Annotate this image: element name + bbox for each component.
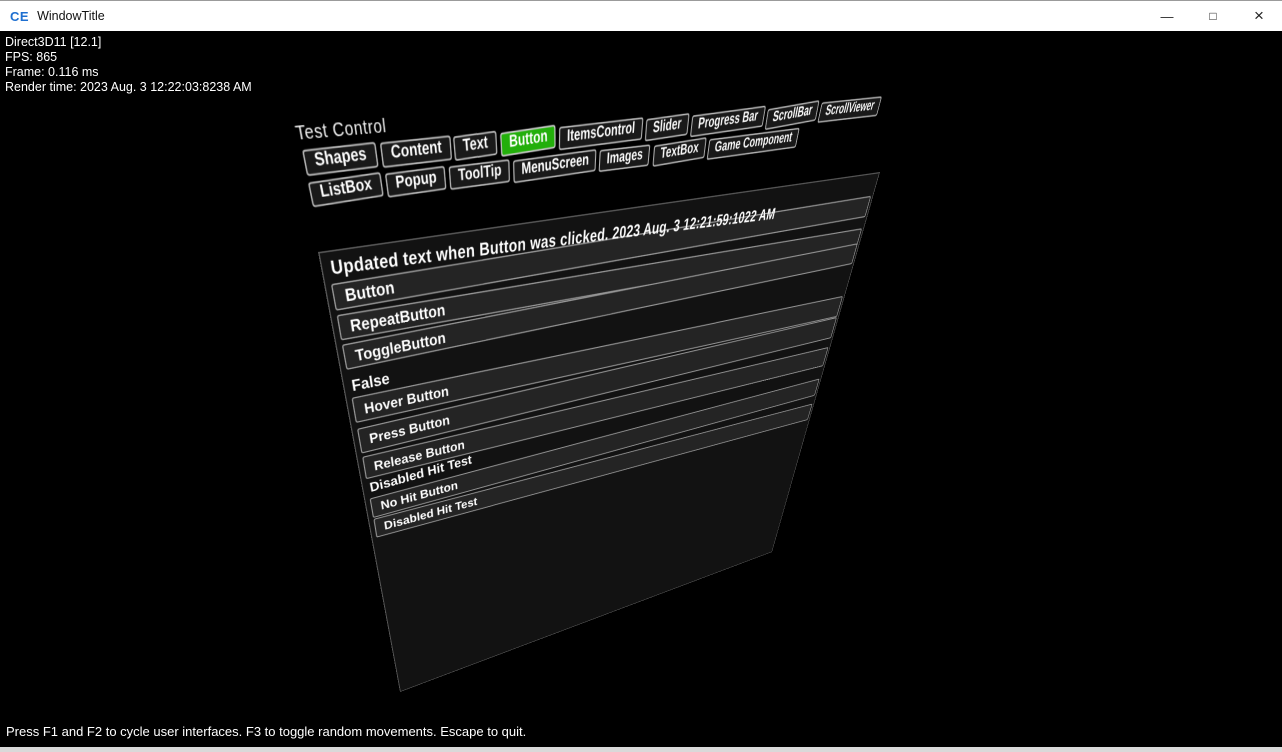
window-title: WindowTitle — [37, 9, 105, 23]
window-titlebar: CE WindowTitle — □ × — [0, 0, 1282, 31]
tab-text[interactable]: Text — [453, 131, 497, 162]
debug-render-time: Render time: 2023 Aug. 3 12:22:03:8238 A… — [5, 80, 252, 95]
panel-title: Test Control — [294, 115, 388, 146]
tab-itemscontrol[interactable]: ItemsControl — [559, 117, 643, 150]
tab-scrollviewer[interactable]: ScrollViewer — [817, 96, 882, 123]
tab-scrollbar[interactable]: ScrollBar — [764, 100, 819, 130]
tab-listbox[interactable]: ListBox — [308, 172, 384, 207]
tab-button[interactable]: Button — [500, 125, 556, 157]
window-controls: — □ × — [1144, 1, 1282, 31]
debug-renderer: Direct3D11 [12.1] — [5, 35, 252, 50]
debug-overlay: Direct3D11 [12.1] FPS: 865 Frame: 0.116 … — [5, 35, 252, 95]
debug-frame-time: Frame: 0.116 ms — [5, 65, 252, 80]
tab-images[interactable]: Images — [599, 144, 651, 172]
tab-textbox[interactable]: TextBox — [652, 137, 706, 167]
close-button[interactable]: × — [1236, 1, 1282, 31]
minimize-button[interactable]: — — [1144, 1, 1190, 31]
tab-content[interactable]: Content — [379, 135, 451, 168]
debug-fps: FPS: 865 — [5, 50, 252, 65]
app-window: Test Control Shapes Content Text Button … — [0, 0, 1282, 752]
tab-slider[interactable]: Slider — [645, 113, 690, 142]
tab-tooltip[interactable]: ToolTip — [448, 159, 510, 190]
help-text: Press F1 and F2 to cycle user interfaces… — [6, 724, 526, 739]
test-control-panel: Test Control Shapes Content Text Button … — [294, 78, 906, 692]
window-bottom-border — [0, 747, 1282, 752]
tab-shapes[interactable]: Shapes — [302, 142, 378, 177]
panel-content: Updated text when Button was clicked. 20… — [318, 172, 880, 692]
tab-menuscreen[interactable]: MenuScreen — [513, 149, 597, 183]
tab-popup[interactable]: Popup — [384, 166, 446, 198]
render-canvas: Test Control Shapes Content Text Button … — [0, 0, 1282, 752]
app-logo: CE — [10, 9, 29, 24]
maximize-button[interactable]: □ — [1190, 1, 1236, 31]
